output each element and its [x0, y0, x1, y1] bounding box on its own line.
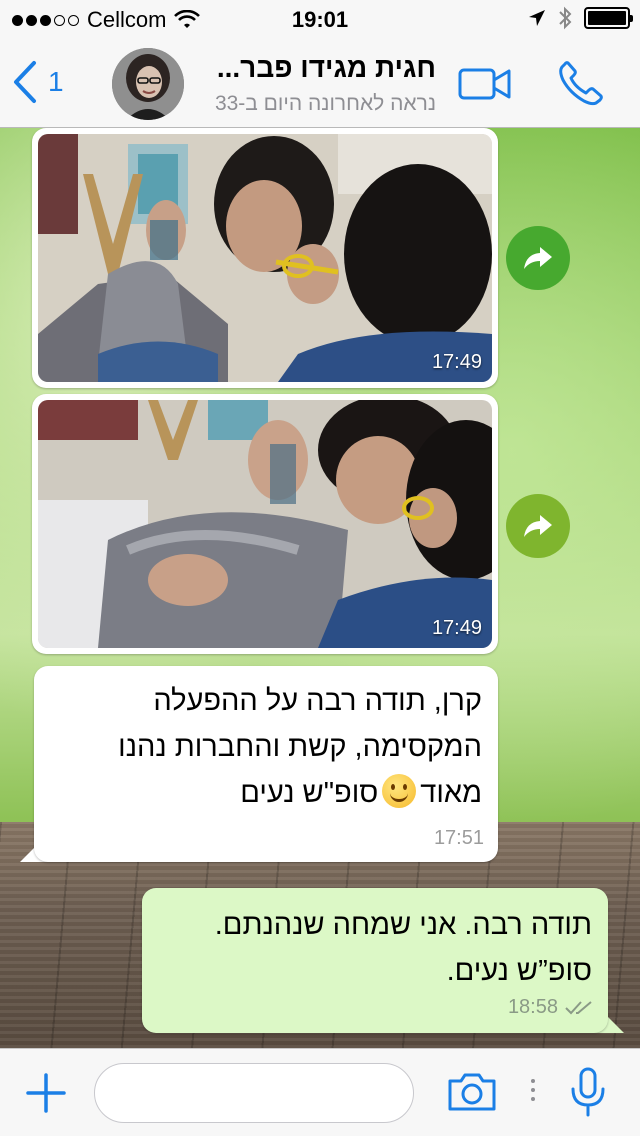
image-message[interactable]: 17:49	[32, 394, 498, 654]
phone-icon	[559, 61, 603, 106]
share-arrow-icon	[524, 247, 552, 269]
message-line: קרן, תודה רבה על ההפעלה	[153, 685, 482, 717]
outgoing-message[interactable]: תודה רבה. אני שמחה שנהנתם. סופ”ש נעים. 1…	[142, 888, 608, 1033]
smiling-face-emoji-icon	[382, 774, 417, 808]
message-line: מאוד סופ"ש נעים	[50, 770, 482, 816]
microphone-icon	[571, 1067, 605, 1117]
message-timestamp: 18:58	[507, 996, 558, 1018]
message-input[interactable]	[94, 1063, 414, 1123]
message-timestamp: 17:51	[433, 827, 484, 849]
message-line: תודה רבה. אני שמחה שנהנתם.	[214, 909, 592, 941]
status-right-group	[528, 6, 633, 30]
plus-icon	[26, 1073, 66, 1113]
message-text: תודה רבה. אני שמחה שנהנתם. סופ”ש נעים.	[158, 902, 592, 994]
voice-message-button[interactable]	[568, 1067, 608, 1122]
more-options-icon	[531, 1079, 535, 1101]
camera-icon	[448, 1073, 496, 1111]
forward-button[interactable]	[506, 494, 570, 558]
contact-name[interactable]: חגית מגידו פבר...	[196, 52, 436, 84]
share-arrow-icon	[524, 515, 552, 537]
contact-avatar[interactable]	[112, 48, 184, 120]
voice-call-button[interactable]	[558, 60, 604, 111]
photo-timestamp: 17:49	[431, 351, 482, 373]
status-bar: Cellcom 19:01	[0, 0, 640, 40]
camera-button[interactable]	[446, 1071, 498, 1118]
chevron-left-icon	[14, 61, 36, 103]
message-line: המקסימה, קשת והחברות נהנו	[118, 731, 482, 763]
message-input-bar	[0, 1048, 640, 1136]
message-fragment: סופ"ש נעים	[240, 777, 379, 809]
back-unread-count: 1	[48, 66, 64, 97]
message-photo[interactable]: 17:49	[38, 134, 492, 382]
message-text: קרן, תודה רבה על ההפעלה המקסימה, קשת והח…	[50, 678, 482, 816]
video-camera-icon	[458, 68, 511, 100]
video-call-button[interactable]	[458, 66, 512, 107]
chat-area[interactable]: 17:49 17:49 קרן, תודה רבה על ההפעלה המקס…	[0, 128, 640, 1048]
battery-icon	[584, 7, 633, 29]
double-check-icon	[565, 1000, 592, 1014]
incoming-message[interactable]: קרן, תודה רבה על ההפעלה המקסימה, קשת והח…	[34, 666, 498, 862]
location-arrow-icon	[529, 10, 545, 26]
message-fragment: מאוד	[420, 777, 482, 809]
chat-header: 1 חגית מגידו פבר... נראה לאחרונה היום ב-…	[0, 40, 640, 128]
forward-button[interactable]	[506, 226, 570, 290]
message-photo[interactable]: 17:49	[38, 400, 492, 648]
message-line: סופ”ש נעים.	[446, 955, 592, 987]
message-status: 18:58	[508, 996, 594, 1019]
last-seen-status: נראה לאחרונה היום ב-33	[214, 92, 436, 115]
bluetooth-icon	[559, 6, 572, 30]
photo-timestamp: 17:49	[431, 617, 482, 639]
back-button[interactable]: 1	[12, 60, 64, 104]
battery-level	[588, 11, 626, 25]
attach-button[interactable]	[26, 1073, 66, 1118]
image-message[interactable]: 17:49	[32, 128, 498, 388]
